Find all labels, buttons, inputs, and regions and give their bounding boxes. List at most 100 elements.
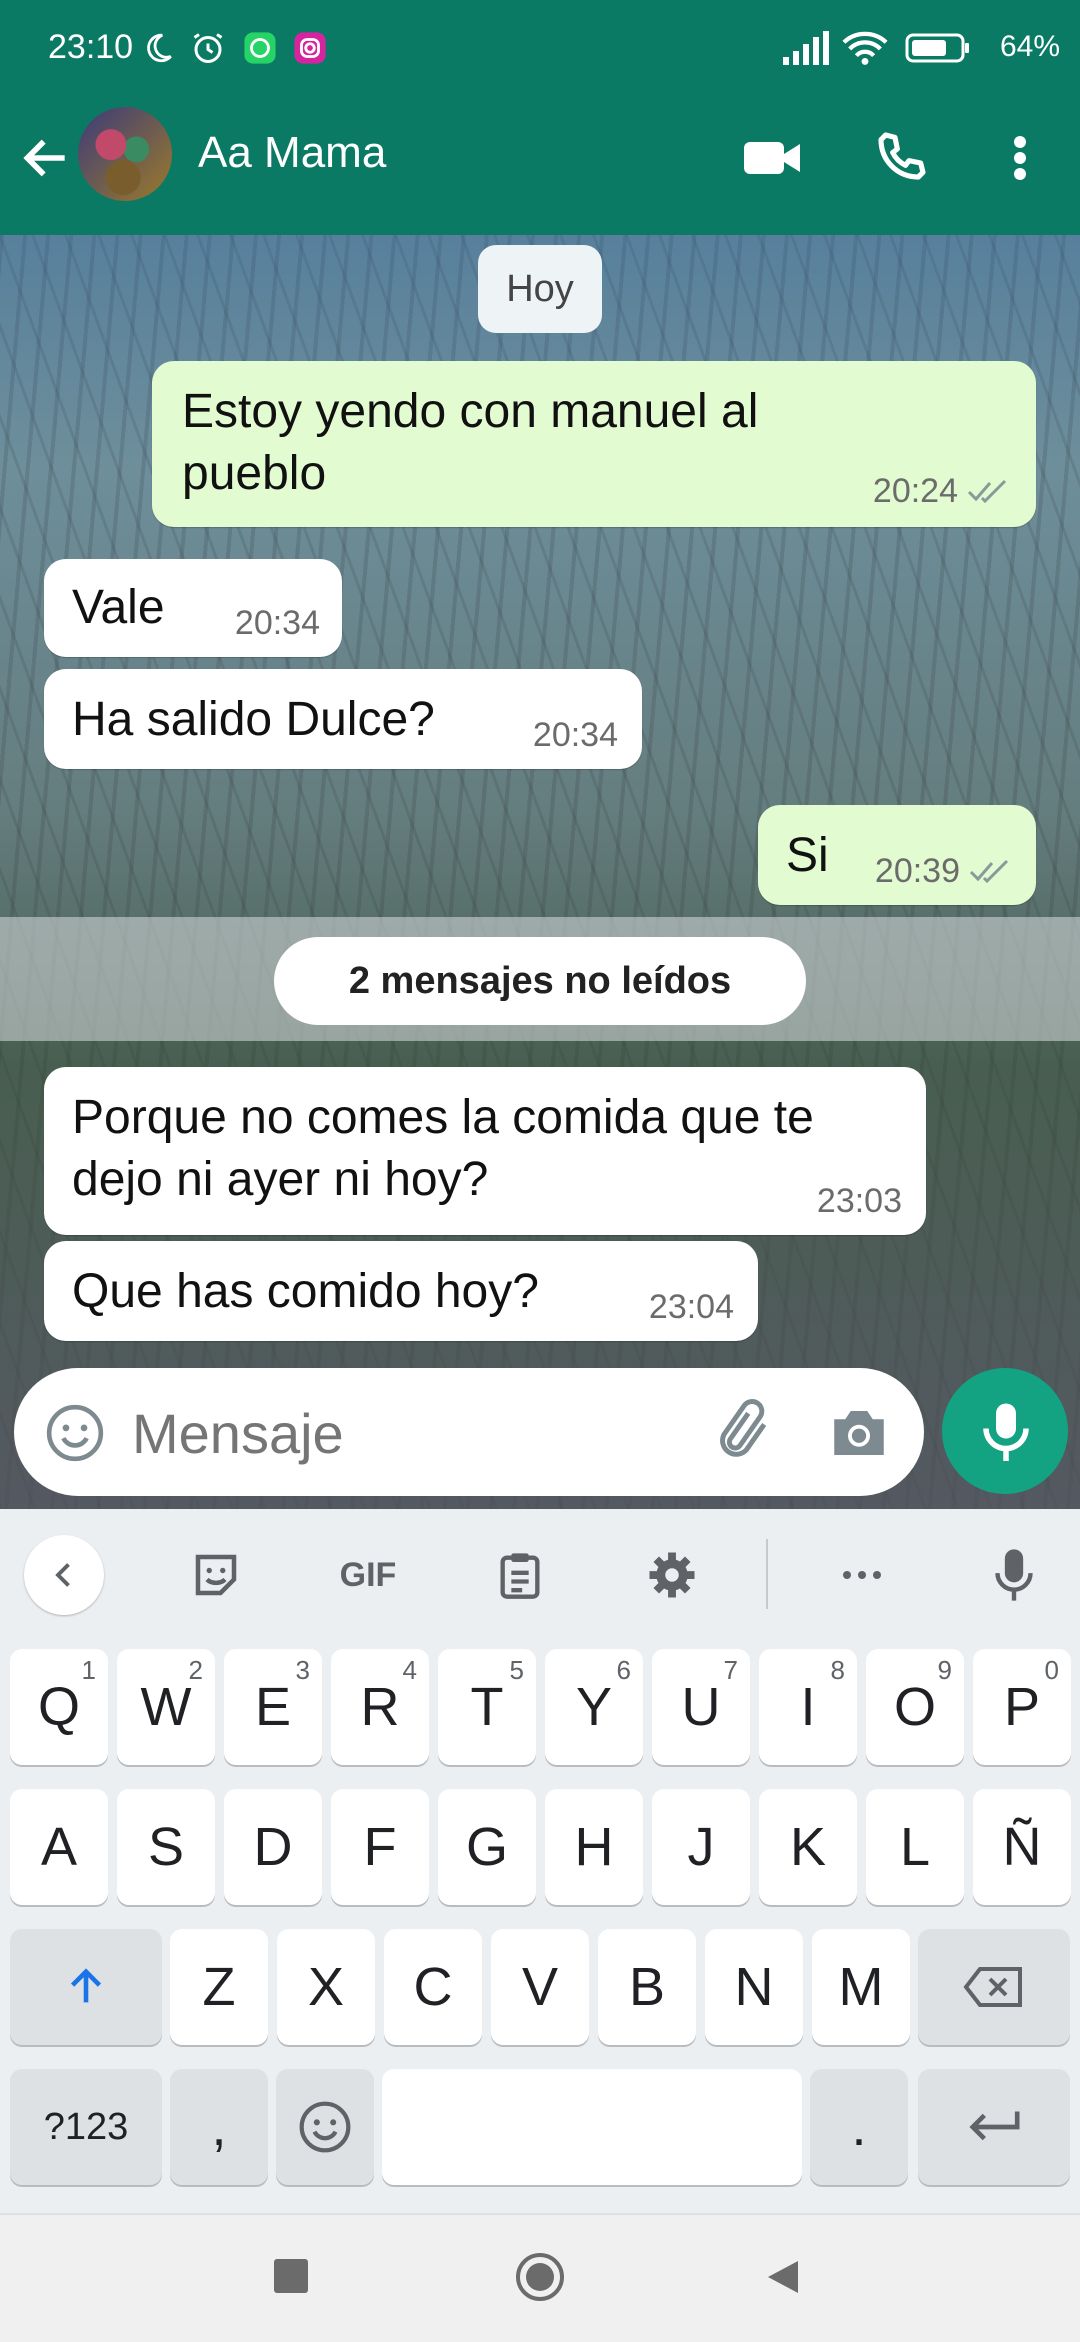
double-check-icon — [967, 479, 1007, 504]
enter-key[interactable] — [918, 2069, 1070, 2185]
key-5-row2[interactable]: G — [438, 1789, 536, 1905]
contact-name[interactable]: Aa Mama — [198, 128, 386, 178]
key-r[interactable]: R4 — [331, 1649, 429, 1765]
key-number-hint: 0 — [1044, 1655, 1059, 1685]
settings-gear-icon[interactable] — [632, 1535, 712, 1615]
message-time: 23:03 — [816, 1181, 902, 1220]
emoji-key[interactable] — [276, 2069, 374, 2185]
key-w[interactable]: W2 — [117, 1649, 215, 1765]
key-4-row2[interactable]: F — [331, 1789, 429, 1905]
key-number-hint: 8 — [830, 1655, 845, 1685]
keyboard-collapse-icon[interactable] — [24, 1535, 104, 1615]
message-incoming[interactable]: Porque no comes la comida que te dejo ni… — [44, 1067, 926, 1235]
key-7-row2[interactable]: J — [652, 1789, 750, 1905]
key-2-row2[interactable]: S — [117, 1789, 215, 1905]
moon-icon — [138, 28, 178, 68]
camera-icon[interactable] — [826, 1400, 892, 1466]
message-text: Si — [786, 829, 829, 882]
shift-key[interactable] — [10, 1929, 162, 2045]
message-time: 20:39 — [874, 851, 960, 890]
key-q[interactable]: Q1 — [10, 1649, 108, 1765]
date-separator: Hoy — [478, 245, 602, 333]
attachment-icon[interactable] — [710, 1398, 776, 1464]
back-triangle-icon[interactable] — [764, 2257, 804, 2297]
period-key[interactable]: . — [810, 2069, 908, 2185]
signal-icon — [780, 28, 830, 68]
key-t[interactable]: T5 — [438, 1649, 536, 1765]
key-p[interactable]: P0 — [973, 1649, 1071, 1765]
toolbar-divider — [766, 1539, 768, 1609]
key-4-row3[interactable]: V — [491, 1929, 589, 2045]
key-i[interactable]: I8 — [759, 1649, 857, 1765]
key-u[interactable]: U7 — [652, 1649, 750, 1765]
message-time: 23:04 — [648, 1287, 734, 1326]
key-8-row2[interactable]: K — [759, 1789, 857, 1905]
key-y[interactable]: Y6 — [545, 1649, 643, 1765]
voice-message-button[interactable] — [942, 1368, 1068, 1494]
key-5-row3[interactable]: B — [598, 1929, 696, 2045]
key-o[interactable]: O9 — [866, 1649, 964, 1765]
comma-key[interactable]: , — [170, 2069, 268, 2185]
message-incoming[interactable]: Vale 20:34 — [44, 559, 342, 657]
key-label: Q — [37, 1677, 80, 1737]
message-text: Porque no comes la comida que te dejo ni… — [72, 1091, 814, 1207]
keyboard: GIF Q1W2E3R4T5Y6U7I8O9P0 ASDFGHJKLÑ ZXCV… — [0, 1509, 1080, 2213]
message-incoming[interactable]: Que has comido hoy? 23:04 — [44, 1241, 758, 1341]
emoji-icon[interactable] — [44, 1402, 106, 1464]
key-7-row3[interactable]: M — [812, 1929, 910, 2045]
message-text: Vale — [72, 581, 165, 634]
key-3-row3[interactable]: C — [384, 1929, 482, 2045]
key-10-row2[interactable]: Ñ — [973, 1789, 1071, 1905]
backspace-icon — [963, 1967, 1022, 2007]
key-2-row3[interactable]: X — [277, 1929, 375, 2045]
status-bar: 23:10 64% — [0, 0, 1080, 100]
home-circle-icon[interactable] — [514, 2251, 566, 2303]
message-input[interactable] — [130, 1392, 694, 1474]
alarm-icon — [188, 28, 228, 68]
shift-arrow-icon — [70, 1968, 102, 2003]
key-1-row3[interactable]: Z — [170, 1929, 268, 2045]
message-text: Estoy yendo con manuel al pueblo — [182, 385, 759, 501]
more-icon[interactable] — [822, 1535, 902, 1615]
message-text: Que has comido hoy? — [72, 1265, 539, 1318]
message-outgoing[interactable]: Estoy yendo con manuel al pueblo 20:24 — [152, 361, 1036, 527]
key-label: W — [140, 1677, 192, 1737]
key-number-hint: 5 — [509, 1655, 524, 1685]
message-text: Ha salido Dulce? — [72, 693, 435, 746]
system-nav-bar — [0, 2213, 1080, 2342]
key-6-row2[interactable]: H — [545, 1789, 643, 1905]
recents-square-icon[interactable] — [274, 2259, 308, 2293]
key-number-hint: 4 — [402, 1655, 417, 1685]
message-incoming[interactable]: Ha salido Dulce? 20:34 — [44, 669, 642, 769]
key-label: T — [470, 1677, 504, 1737]
key-number-hint: 2 — [188, 1655, 203, 1685]
message-composer — [14, 1368, 924, 1496]
more-options-icon[interactable] — [1000, 130, 1040, 186]
clipboard-icon[interactable] — [480, 1535, 560, 1615]
double-check-icon — [969, 859, 1009, 884]
space-key[interactable] — [382, 2069, 802, 2185]
backspace-key[interactable] — [918, 1929, 1070, 2045]
phone-call-icon[interactable] — [874, 128, 934, 188]
key-3-row2[interactable]: D — [224, 1789, 322, 1905]
voice-typing-icon[interactable] — [974, 1535, 1054, 1615]
contact-avatar[interactable] — [78, 107, 172, 201]
key-e[interactable]: E3 — [224, 1649, 322, 1765]
video-call-icon[interactable] — [740, 130, 804, 186]
back-arrow-icon[interactable] — [18, 130, 74, 186]
sticker-icon[interactable] — [176, 1535, 256, 1615]
symbols-key[interactable]: ?123 — [10, 2069, 162, 2185]
gif-button[interactable]: GIF — [328, 1535, 408, 1615]
battery-percent: 64% — [999, 30, 1060, 63]
message-outgoing[interactable]: Si 20:39 — [758, 805, 1036, 905]
key-label: O — [893, 1677, 936, 1737]
key-1-row2[interactable]: A — [10, 1789, 108, 1905]
whatsapp-icon — [240, 28, 280, 68]
chat-area[interactable]: Hoy Estoy yendo con manuel al pueblo 20:… — [0, 235, 1080, 1509]
key-9-row2[interactable]: L — [866, 1789, 964, 1905]
key-label: E — [254, 1677, 292, 1737]
wifi-icon — [840, 28, 890, 68]
key-6-row3[interactable]: N — [705, 1929, 803, 2045]
battery-icon — [902, 28, 974, 68]
key-label: R — [360, 1677, 400, 1737]
